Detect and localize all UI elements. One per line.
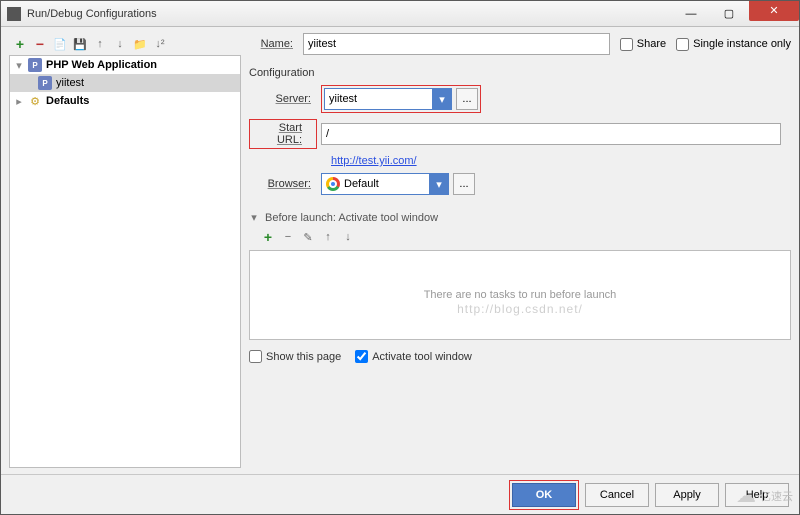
configuration-title: Configuration bbox=[249, 67, 791, 79]
close-button[interactable]: ✕ bbox=[749, 1, 799, 21]
ok-highlight: OK bbox=[509, 480, 579, 510]
tree-group-php-web[interactable]: ▾ P PHP Web Application bbox=[10, 56, 240, 74]
task-down-icon[interactable]: ↓ bbox=[339, 228, 357, 246]
before-launch-tasks[interactable]: There are no tasks to run before launch … bbox=[249, 250, 791, 340]
ok-button[interactable]: OK bbox=[512, 483, 576, 507]
tree-defaults-label: Defaults bbox=[46, 95, 89, 107]
starturl-input[interactable] bbox=[321, 123, 781, 145]
maximize-button[interactable]: ▢ bbox=[711, 4, 747, 24]
share-checkbox[interactable]: Share bbox=[620, 38, 666, 51]
server-value: yiitest bbox=[324, 88, 432, 110]
brand-watermark: ☁ 亿速云 bbox=[736, 483, 793, 508]
right-panel: Name: Share Single instance only Configu… bbox=[249, 33, 791, 468]
name-row: Name: Share Single instance only bbox=[249, 33, 791, 55]
gear-icon: ⚙ bbox=[28, 94, 42, 108]
task-up-icon[interactable]: ↑ bbox=[319, 228, 337, 246]
remove-config-icon[interactable]: − bbox=[31, 35, 49, 53]
browser-value: Default bbox=[321, 173, 429, 195]
app-icon bbox=[7, 7, 21, 21]
expand-icon[interactable]: ▾ bbox=[14, 59, 24, 72]
before-launch-title: Before launch: Activate tool window bbox=[265, 212, 438, 224]
chevron-down-icon[interactable]: ▾ bbox=[429, 173, 449, 195]
name-label: Name: bbox=[249, 38, 303, 50]
chrome-icon bbox=[326, 177, 340, 191]
tree-group-defaults[interactable]: ▸ ⚙ Defaults bbox=[10, 92, 240, 110]
browser-row: Browser: Default ▾ ... bbox=[249, 173, 791, 195]
starturl-link[interactable]: http://test.yii.com/ bbox=[331, 155, 791, 167]
sort-icon[interactable]: ↓² bbox=[151, 35, 169, 53]
server-row: Server: yiitest ▾ ... bbox=[249, 85, 791, 113]
tasks-empty-text: There are no tasks to run before launch bbox=[424, 289, 617, 301]
cancel-button[interactable]: Cancel bbox=[585, 483, 649, 507]
move-up-icon[interactable]: ↑ bbox=[91, 35, 109, 53]
tree-group-label: PHP Web Application bbox=[46, 59, 157, 71]
config-tree[interactable]: ▾ P PHP Web Application P yiitest ▸ ⚙ De… bbox=[9, 55, 241, 468]
show-page-checkbox[interactable]: Show this page bbox=[249, 350, 341, 363]
add-task-icon[interactable]: + bbox=[259, 228, 277, 246]
copy-config-icon[interactable]: 📄 bbox=[51, 35, 69, 53]
minimize-button[interactable]: — bbox=[673, 4, 709, 24]
collapse-icon[interactable]: ▾ bbox=[249, 211, 259, 224]
before-launch-toolbar: + − ✎ ↑ ↓ bbox=[259, 228, 791, 246]
server-label: Server: bbox=[249, 93, 321, 105]
php-web-icon: P bbox=[28, 58, 42, 72]
dialog-footer: OK Cancel Apply Help bbox=[1, 474, 799, 514]
browser-label: Browser: bbox=[249, 178, 321, 190]
titlebar: Run/Debug Configurations — ▢ ✕ bbox=[1, 1, 799, 27]
add-config-icon[interactable]: + bbox=[11, 35, 29, 53]
starturl-row: Start URL: bbox=[249, 119, 791, 149]
options-row: Show this page Activate tool window bbox=[249, 350, 791, 363]
save-config-icon[interactable]: 💾 bbox=[71, 35, 89, 53]
config-toolbar: + − 📄 💾 ↑ ↓ 📁 ↓² bbox=[9, 33, 241, 55]
starturl-label: Start URL: bbox=[254, 122, 312, 146]
name-input[interactable] bbox=[303, 33, 610, 55]
activate-tool-checkbox[interactable]: Activate tool window bbox=[355, 350, 472, 363]
left-panel: + − 📄 💾 ↑ ↓ 📁 ↓² ▾ P PHP Web Application… bbox=[9, 33, 241, 468]
remove-task-icon[interactable]: − bbox=[279, 228, 297, 246]
move-down-icon[interactable]: ↓ bbox=[111, 35, 129, 53]
server-highlight: yiitest ▾ ... bbox=[321, 85, 481, 113]
window-title: Run/Debug Configurations bbox=[27, 8, 671, 20]
tree-item-yiitest[interactable]: P yiitest bbox=[10, 74, 240, 92]
apply-button[interactable]: Apply bbox=[655, 483, 719, 507]
starturl-highlight: Start URL: bbox=[249, 119, 317, 149]
tree-item-label: yiitest bbox=[56, 77, 84, 89]
cloud-icon: ☁ bbox=[736, 483, 756, 508]
watermark-text: http://blog.csdn.net/ bbox=[457, 302, 583, 316]
single-instance-checkbox[interactable]: Single instance only bbox=[676, 38, 791, 51]
browser-browse-button[interactable]: ... bbox=[453, 173, 475, 195]
dialog-body: + − 📄 💾 ↑ ↓ 📁 ↓² ▾ P PHP Web Application… bbox=[1, 27, 799, 474]
browser-combo[interactable]: Default ▾ bbox=[321, 173, 449, 195]
dialog-window: Run/Debug Configurations — ▢ ✕ + − 📄 💾 ↑… bbox=[0, 0, 800, 515]
php-item-icon: P bbox=[38, 76, 52, 90]
before-launch-header[interactable]: ▾ Before launch: Activate tool window bbox=[249, 211, 791, 224]
server-combo[interactable]: yiitest ▾ bbox=[324, 88, 452, 110]
expand-icon[interactable]: ▸ bbox=[14, 95, 24, 108]
chevron-down-icon[interactable]: ▾ bbox=[432, 88, 452, 110]
edit-task-icon[interactable]: ✎ bbox=[299, 228, 317, 246]
folder-icon[interactable]: 📁 bbox=[131, 35, 149, 53]
server-browse-button[interactable]: ... bbox=[456, 88, 478, 110]
